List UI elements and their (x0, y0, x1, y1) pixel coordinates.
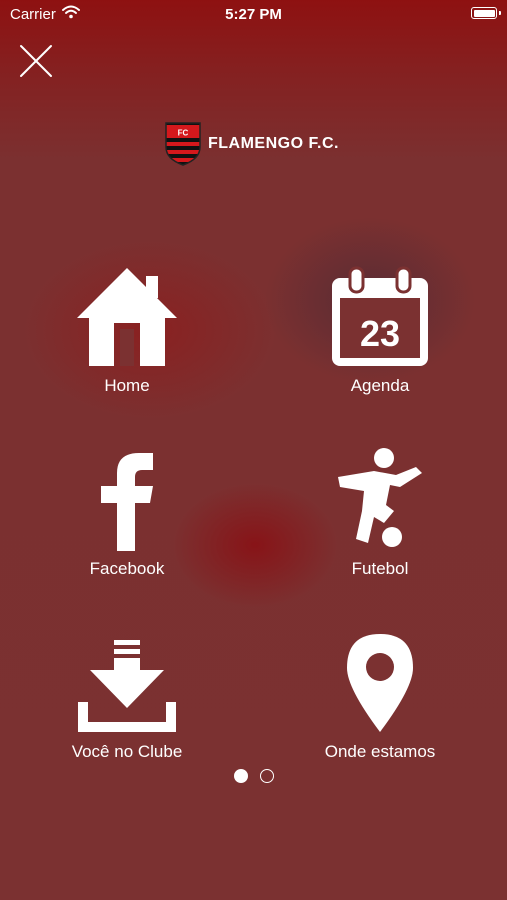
menu-item-agenda[interactable]: 23 Agenda (290, 258, 470, 418)
facebook-icon (97, 441, 157, 551)
menu-label-onde-estamos: Onde estamos (324, 742, 436, 761)
location-pin-icon (345, 624, 415, 734)
close-icon (20, 45, 52, 77)
page-indicator (0, 769, 507, 783)
soccer-player-icon (334, 441, 426, 551)
menu-label-facebook: Facebook (89, 559, 165, 578)
crest-text: FC (178, 129, 189, 138)
download-icon (76, 624, 178, 734)
brand-name: FLAMENGO F.C. (208, 135, 339, 152)
menu-label-voce-no-clube: Você no Clube (71, 742, 183, 761)
menu-label-agenda: Agenda (350, 376, 410, 395)
menu-item-voce-no-clube[interactable]: Você no Clube (37, 624, 217, 784)
calendar-day-number: 23 (360, 313, 400, 354)
menu-item-onde-estamos[interactable]: Onde estamos (290, 624, 470, 784)
close-button[interactable] (18, 43, 54, 79)
menu-label-home: Home (104, 376, 150, 395)
menu-label-futebol: Futebol (351, 559, 409, 578)
page-dot-2[interactable] (259, 769, 274, 783)
page-dot-1[interactable] (233, 769, 248, 783)
club-crest-logo: FC (165, 122, 201, 166)
menu-item-home[interactable]: Home (37, 258, 217, 418)
home-icon (76, 258, 178, 368)
battery-icon (471, 7, 501, 19)
menu-item-futebol[interactable]: Futebol (290, 441, 470, 601)
brand-header: FC FLAMENGO F.C. (164, 120, 339, 168)
status-bar: Carrier 5:27 PM (0, 0, 507, 28)
calendar-icon: 23 (330, 258, 430, 368)
clock: 5:27 PM (225, 6, 282, 23)
menu-item-facebook[interactable]: Facebook (37, 441, 217, 601)
